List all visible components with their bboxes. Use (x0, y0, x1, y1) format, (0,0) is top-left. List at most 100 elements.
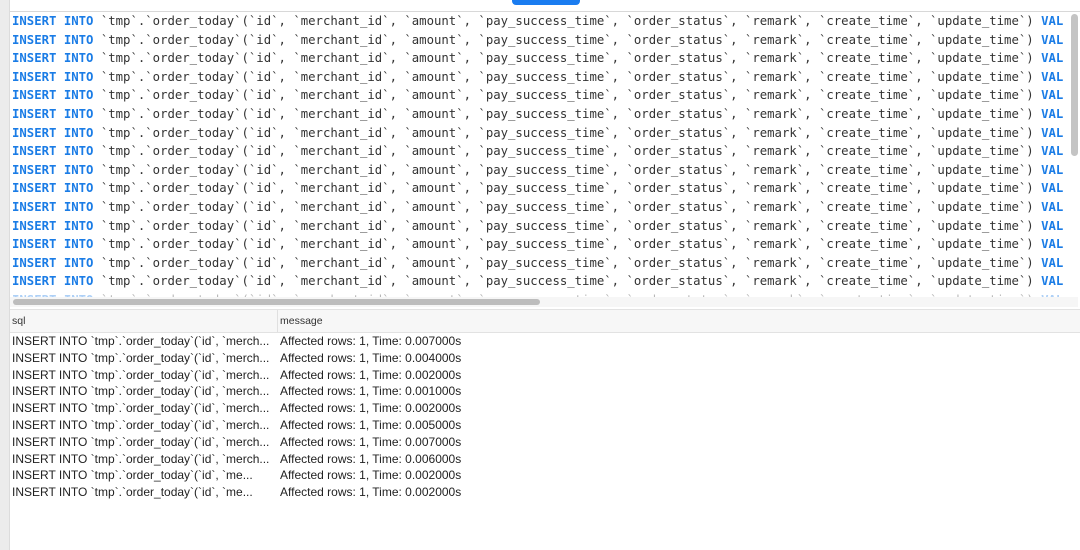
cell-sql: INSERT INTO `tmp`.`order_today`(`id`, `m… (12, 485, 253, 500)
cell-message: Affected rows: 1, Time: 0.005000s (280, 417, 462, 432)
code-line[interactable]: INSERT INTO `tmp`.`order_today`(`id`, `m… (12, 272, 1069, 291)
code-line[interactable]: INSERT INTO `tmp`.`order_today`(`id`, `m… (12, 179, 1069, 198)
code-text: `tmp`.`order_today`(`id`, `merchant_id`,… (93, 88, 1042, 103)
table-row[interactable]: INSERT INTO `tmp`.`order_today`(`id`, `m… (12, 417, 612, 434)
keyword: INSERT INTO (12, 255, 94, 270)
keyword: VAL (1041, 14, 1064, 28)
cell-sql: INSERT INTO `tmp`.`order_today`(`id`, `m… (12, 367, 270, 382)
code-text: `tmp`.`order_today`(`id`, `merchant_id`,… (93, 14, 1042, 28)
code-line[interactable]: INSERT INTO `tmp`.`order_today`(`id`, `m… (12, 124, 1069, 143)
left-gutter (0, 0, 10, 550)
code-text: `tmp`.`order_today`(`id`, `merchant_id`,… (93, 274, 1042, 289)
keyword: VAL (1041, 162, 1064, 177)
code-text: `tmp`.`order_today`(`id`, `merchant_id`,… (93, 162, 1042, 177)
cell-message: Affected rows: 1, Time: 0.007000s (280, 334, 462, 348)
keyword: VAL (1041, 255, 1064, 270)
code-line[interactable]: INSERT INTO `tmp`.`order_today`(`id`, `m… (12, 105, 1069, 124)
keyword: INSERT INTO (12, 125, 94, 140)
column-divider[interactable] (277, 310, 278, 332)
results-table: INSERT INTO `tmp`.`order_today`(`id`, `m… (12, 333, 612, 501)
table-row[interactable]: INSERT INTO `tmp`.`order_today`(`id`, `m… (12, 434, 612, 451)
code-line[interactable]: INSERT INTO `tmp`.`order_today`(`id`, `m… (12, 142, 1069, 161)
cell-message: Affected rows: 1, Time: 0.006000s (280, 451, 462, 466)
code-text: `tmp`.`order_today`(`id`, `merchant_id`,… (93, 32, 1042, 47)
cell-sql: INSERT INTO `tmp`.`order_today`(`id`, `m… (12, 434, 270, 449)
keyword: INSERT INTO (12, 106, 94, 121)
keyword: VAL (1041, 274, 1064, 289)
table-row[interactable]: INSERT INTO `tmp`.`order_today`(`id`, `m… (12, 383, 612, 400)
keyword: VAL (1041, 125, 1064, 140)
keyword: VAL (1041, 51, 1064, 66)
keyword: INSERT INTO (12, 274, 94, 289)
run-button[interactable] (512, 0, 580, 5)
code-line[interactable]: INSERT INTO `tmp`.`order_today`(`id`, `m… (12, 49, 1069, 68)
code-text: `tmp`.`order_today`(`id`, `merchant_id`,… (93, 69, 1042, 84)
keyword: VAL (1041, 32, 1064, 47)
code-text: `tmp`.`order_today`(`id`, `merchant_id`,… (93, 237, 1042, 252)
keyword: VAL (1041, 181, 1064, 196)
keyword: INSERT INTO (12, 144, 94, 159)
keyword: INSERT INTO (12, 69, 94, 84)
table-row[interactable]: INSERT INTO `tmp`.`order_today`(`id`, `m… (12, 467, 612, 484)
cell-message: Affected rows: 1, Time: 0.007000s (280, 434, 462, 449)
code-line[interactable]: INSERT INTO `tmp`.`order_today`(`id`, `m… (12, 161, 1069, 180)
results-header: sql message (10, 309, 1080, 333)
keyword: INSERT INTO (12, 32, 94, 47)
cell-sql: INSERT INTO `tmp`.`order_today`(`id`, `m… (12, 350, 270, 365)
cell-message: Affected rows: 1, Time: 0.004000s (280, 350, 462, 365)
code-line[interactable]: INSERT INTO `tmp`.`order_today`(`id`, `m… (12, 86, 1069, 105)
keyword: INSERT INTO (12, 51, 94, 66)
table-row[interactable]: INSERT INTO `tmp`.`order_today`(`id`, `m… (12, 333, 612, 350)
table-row[interactable]: INSERT INTO `tmp`.`order_today`(`id`, `m… (12, 400, 612, 417)
code-text: `tmp`.`order_today`(`id`, `merchant_id`,… (93, 144, 1042, 159)
cell-sql: INSERT INTO `tmp`.`order_today`(`id`, `m… (12, 401, 270, 416)
sql-editor[interactable]: INSERT INTO `tmp`.`order_today`(`id`, `m… (12, 12, 1069, 298)
code-line[interactable]: INSERT INTO `tmp`.`order_today`(`id`, `m… (12, 12, 1069, 31)
code-text: `tmp`.`order_today`(`id`, `merchant_id`,… (93, 199, 1042, 214)
code-line[interactable]: INSERT INTO `tmp`.`order_today`(`id`, `m… (12, 68, 1069, 87)
cell-sql: INSERT INTO `tmp`.`order_today`(`id`, `m… (12, 417, 270, 432)
code-line[interactable]: INSERT INTO `tmp`.`order_today`(`id`, `m… (12, 198, 1069, 217)
cell-message: Affected rows: 1, Time: 0.002000s (280, 367, 462, 382)
column-header-message[interactable]: message (280, 315, 323, 327)
keyword: VAL (1041, 199, 1064, 214)
cell-sql: INSERT INTO `tmp`.`order_today`(`id`, `m… (12, 334, 270, 348)
keyword: INSERT INTO (12, 199, 94, 214)
keyword: INSERT INTO (12, 181, 94, 196)
cell-message: Affected rows: 1, Time: 0.001000s (280, 384, 462, 399)
keyword: INSERT INTO (12, 162, 94, 177)
keyword: INSERT INTO (12, 14, 94, 28)
code-line[interactable]: INSERT INTO `tmp`.`order_today`(`id`, `m… (12, 217, 1069, 236)
code-text: `tmp`.`order_today`(`id`, `merchant_id`,… (93, 218, 1042, 233)
code-text: `tmp`.`order_today`(`id`, `merchant_id`,… (93, 125, 1042, 140)
keyword: VAL (1041, 237, 1064, 252)
keyword: VAL (1041, 69, 1064, 84)
code-text: `tmp`.`order_today`(`id`, `merchant_id`,… (93, 255, 1042, 270)
column-header-sql[interactable]: sql (12, 315, 25, 327)
table-row[interactable]: INSERT INTO `tmp`.`order_today`(`id`, `m… (12, 350, 612, 367)
code-text: `tmp`.`order_today`(`id`, `merchant_id`,… (93, 181, 1042, 196)
keyword: INSERT INTO (12, 237, 94, 252)
code-line[interactable]: INSERT INTO `tmp`.`order_today`(`id`, `m… (12, 31, 1069, 50)
keyword: VAL (1041, 106, 1064, 121)
cell-message: Affected rows: 1, Time: 0.002000s (280, 401, 462, 416)
cell-sql: INSERT INTO `tmp`.`order_today`(`id`, `m… (12, 451, 270, 466)
cell-sql: INSERT INTO `tmp`.`order_today`(`id`, `m… (12, 468, 253, 483)
code-text: `tmp`.`order_today`(`id`, `merchant_id`,… (93, 106, 1042, 121)
keyword: INSERT INTO (12, 218, 94, 233)
keyword: VAL (1041, 144, 1064, 159)
cell-message: Affected rows: 1, Time: 0.002000s (280, 468, 462, 483)
keyword: VAL (1041, 88, 1064, 103)
keyword: INSERT INTO (12, 88, 94, 103)
cell-sql: INSERT INTO `tmp`.`order_today`(`id`, `m… (12, 384, 270, 399)
editor-horizontal-scrollbar[interactable] (13, 299, 540, 305)
cell-message: Affected rows: 1, Time: 0.002000s (280, 485, 462, 500)
code-line[interactable]: INSERT INTO `tmp`.`order_today`(`id`, `m… (12, 254, 1069, 273)
table-row[interactable]: INSERT INTO `tmp`.`order_today`(`id`, `m… (12, 367, 612, 384)
editor-vertical-scrollbar[interactable] (1071, 14, 1078, 156)
keyword: VAL (1041, 218, 1064, 233)
table-row[interactable]: INSERT INTO `tmp`.`order_today`(`id`, `m… (12, 451, 612, 468)
table-row[interactable]: INSERT INTO `tmp`.`order_today`(`id`, `m… (12, 484, 612, 501)
code-text: `tmp`.`order_today`(`id`, `merchant_id`,… (93, 51, 1042, 66)
code-line[interactable]: INSERT INTO `tmp`.`order_today`(`id`, `m… (12, 235, 1069, 254)
